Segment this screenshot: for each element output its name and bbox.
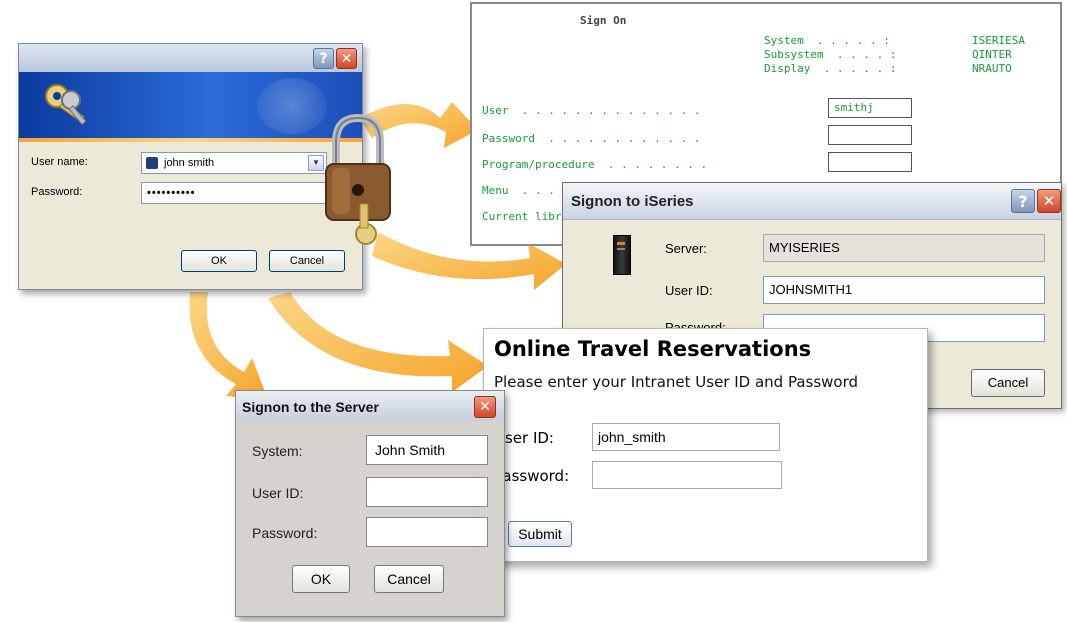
terminal-display-value: NRAUTO (972, 62, 1012, 75)
arrow-to-server-dialog (189, 292, 268, 400)
web-form-instruction: Please enter your Intranet User ID and P… (494, 373, 859, 391)
terminal-password-label: Password . . . . . . . . . . . . (482, 132, 701, 145)
server-password-field[interactable] (366, 517, 488, 547)
terminal-user-label: User . . . . . . . . . . . . . . (482, 104, 701, 117)
server-close-button[interactable]: ✕ (474, 396, 496, 418)
web-submit-button[interactable]: Submit (508, 521, 572, 547)
terminal-system-value: ISERIESA (972, 34, 1025, 47)
server-password-label: Password: (252, 525, 318, 541)
windows-password-label: Password: (31, 186, 83, 198)
server-signon-dialog: Signon to the Server ✕ System: John Smit… (235, 390, 505, 617)
user-avatar-icon (146, 157, 158, 169)
iseries-title: Signon to iSeries (571, 193, 694, 210)
terminal-display-label: Display . . . . . : (764, 62, 897, 75)
terminal-program-label: Program/procedure . . . . . . . . (482, 158, 708, 171)
windows-password-field[interactable]: •••••••••• (141, 182, 327, 204)
iseries-server-field: MYISERIES (763, 234, 1045, 262)
windows-login-title-bar (19, 44, 362, 72)
iseries-help-button[interactable]: ? (1011, 189, 1035, 213)
windows-login-help-button[interactable]: ? (313, 48, 334, 69)
terminal-system-label: System . . . . . : (764, 34, 890, 47)
server-system-label: System: (252, 443, 303, 459)
windows-login-close-button[interactable]: ✕ (336, 48, 357, 69)
arrow-to-web-form (268, 292, 488, 392)
iseries-close-button[interactable]: ✕ (1037, 189, 1061, 213)
keys-icon (45, 84, 87, 126)
windows-user-name-label: User name: (31, 156, 88, 168)
terminal-user-field[interactable]: smithj (828, 98, 912, 118)
windows-user-name-value: john smith (164, 157, 215, 169)
server-system-field[interactable]: John Smith (366, 435, 488, 465)
server-userid-field[interactable] (366, 477, 488, 507)
windows-login-dialog: ? ✕ User name: john smith ▼ Password: ••… (18, 43, 363, 290)
server-icon (613, 235, 631, 275)
iseries-userid-label: User ID: (665, 283, 713, 298)
web-form-title: Online Travel Reservations (494, 337, 812, 361)
web-userid-field[interactable]: john_smith (592, 423, 780, 451)
iseries-cancel-button[interactable]: Cancel (971, 369, 1045, 397)
terminal-password-field[interactable] (828, 125, 912, 145)
terminal-subsystem-label: Subsystem . . . . : (764, 48, 897, 61)
terminal-program-field[interactable] (828, 152, 912, 172)
terminal-subsystem-value: QINTER (972, 48, 1012, 61)
server-title: Signon to the Server (242, 399, 379, 415)
server-cancel-button[interactable]: Cancel (374, 565, 444, 593)
windows-user-name-field[interactable]: john smith ▼ (141, 152, 327, 174)
terminal-title: Sign On (580, 14, 627, 27)
padlock-icon (325, 113, 391, 245)
terminal-menu-label: Menu . . . (482, 184, 555, 197)
iseries-userid-field[interactable]: JOHNSMITH1 (763, 276, 1045, 304)
windows-ok-button[interactable]: OK (181, 250, 257, 272)
travel-reservations-form: Online Travel Reservations Please enter … (483, 328, 928, 562)
terminal-library-label: Current libr (482, 210, 562, 223)
server-ok-button[interactable]: OK (292, 565, 350, 593)
iseries-server-label: Server: (665, 241, 707, 256)
server-userid-label: User ID: (252, 485, 304, 501)
windows-login-banner (19, 72, 362, 138)
web-password-label: Password: (494, 467, 570, 485)
web-password-field[interactable] (592, 461, 782, 489)
